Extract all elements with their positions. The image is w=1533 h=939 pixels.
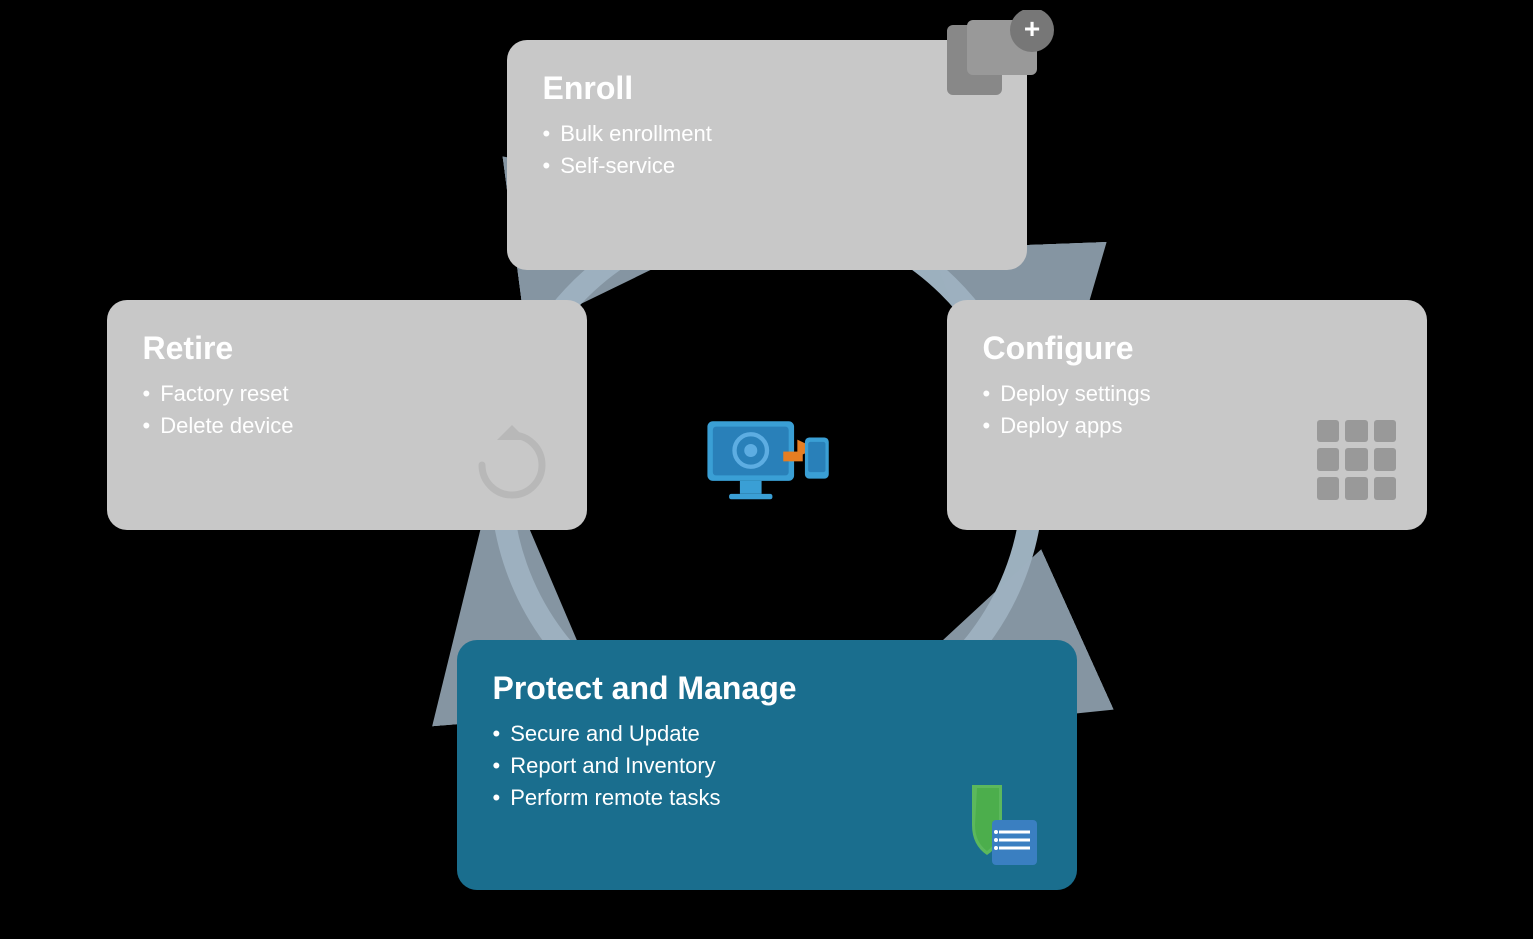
configure-title: Configure bbox=[983, 330, 1391, 367]
grid-cell bbox=[1374, 477, 1397, 500]
grid-cell bbox=[1317, 420, 1340, 443]
configure-item-1: Deploy settings bbox=[983, 381, 1391, 407]
enroll-item-1: Bulk enrollment bbox=[543, 121, 991, 147]
configure-card: Configure Deploy settings Deploy apps bbox=[947, 300, 1427, 530]
protect-item-1: Secure and Update bbox=[493, 721, 1041, 747]
center-mdm-icon bbox=[702, 415, 832, 525]
grid-cell bbox=[1345, 477, 1368, 500]
retire-title: Retire bbox=[143, 330, 551, 367]
svg-text:+: + bbox=[1023, 13, 1039, 44]
grid-cell bbox=[1374, 420, 1397, 443]
grid-cell bbox=[1345, 448, 1368, 471]
enroll-card: + Enroll Bulk enrollment Self-service bbox=[507, 40, 1027, 270]
retire-item-1: Factory reset bbox=[143, 381, 551, 407]
grid-icon bbox=[1317, 420, 1397, 500]
lifecycle-diagram: + Enroll Bulk enrollment Self-service Co… bbox=[67, 30, 1467, 910]
enroll-list: Bulk enrollment Self-service bbox=[543, 121, 991, 179]
enroll-item-2: Self-service bbox=[543, 153, 991, 179]
grid-cell bbox=[1317, 448, 1340, 471]
refresh-icon bbox=[467, 420, 557, 510]
retire-card: Retire Factory reset Delete device bbox=[107, 300, 587, 530]
grid-cell bbox=[1374, 448, 1397, 471]
grid-cell bbox=[1317, 477, 1340, 500]
enroll-icon: + bbox=[937, 10, 1057, 110]
enroll-title: Enroll bbox=[543, 70, 991, 107]
protect-shield-icon bbox=[947, 780, 1047, 870]
grid-cell bbox=[1345, 420, 1368, 443]
protect-item-2: Report and Inventory bbox=[493, 753, 1041, 779]
protect-title: Protect and Manage bbox=[493, 670, 1041, 707]
protect-card: Protect and Manage Secure and Update Rep… bbox=[457, 640, 1077, 890]
